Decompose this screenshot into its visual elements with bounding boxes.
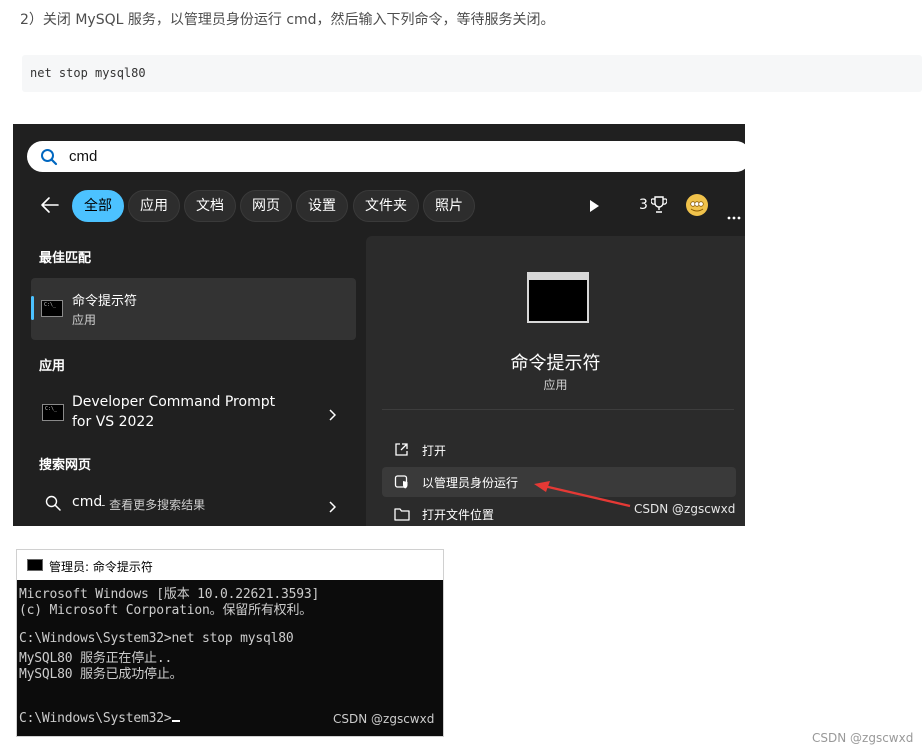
web-heading: 搜索网页: [39, 458, 92, 473]
code-text: net stop mysql80: [30, 66, 146, 80]
page-watermark: CSDN @zgscwxd: [812, 731, 914, 745]
console-line: C:\Windows\System32>net stop mysql80: [19, 631, 294, 646]
folder-icon: [394, 506, 410, 525]
code-block: net stop mysql80: [22, 55, 922, 92]
app-item-line1: Developer Command Prompt: [72, 394, 276, 410]
play-icon[interactable]: [588, 198, 600, 217]
console-title: 管理员: 命令提示符: [49, 560, 153, 574]
console-cursor: [171, 720, 180, 722]
more-options-icon[interactable]: [727, 205, 741, 224]
web-search-icon: [45, 495, 61, 515]
console-titlebar[interactable]: 管理员: 命令提示符: [17, 550, 443, 580]
open-external-icon: [394, 442, 409, 461]
tab-all[interactable]: 全部: [72, 190, 124, 222]
console-window: 管理员: 命令提示符 Microsoft Windows [版本 10.0.22…: [16, 549, 444, 737]
app-item-line2: for VS 2022: [72, 414, 155, 430]
step-text: 2）关闭 MySQL 服务，以管理员身份运行 cmd，然后输入下列命令，等待服务…: [20, 12, 555, 28]
web-search-query: cmd: [72, 494, 103, 510]
tab-apps[interactable]: 应用: [128, 190, 180, 222]
command-prompt-large-icon: [527, 272, 589, 323]
console-prompt-line: C:\Windows\System32>: [19, 711, 180, 726]
search-box[interactable]: [27, 141, 745, 172]
command-prompt-icon: [41, 300, 63, 317]
best-match-subtitle: 应用: [72, 313, 97, 327]
best-match-heading: 最佳匹配: [39, 251, 92, 266]
console-line: MySQL80 服务已成功停止。: [19, 667, 183, 682]
detail-title: 命令提示符: [510, 353, 601, 374]
console-line: (c) Microsoft Corporation。保留所有权利。: [19, 603, 313, 618]
best-match-item[interactable]: 命令提示符 应用: [31, 278, 356, 340]
web-search-suffix: - 查看更多搜索结果: [101, 498, 206, 512]
chevron-right-icon: [328, 406, 337, 425]
back-arrow-icon[interactable]: [40, 196, 60, 218]
watermark: CSDN @zgscwxd: [634, 502, 736, 516]
tab-photos[interactable]: 照片: [423, 190, 475, 222]
search-icon: [40, 148, 58, 170]
search-input[interactable]: [69, 146, 469, 166]
selection-indicator: [31, 296, 34, 320]
annotation-arrow-icon: [530, 476, 632, 514]
best-match-title: 命令提示符: [72, 294, 138, 309]
avatar[interactable]: [686, 194, 708, 216]
console-watermark: CSDN @zgscwxd: [333, 712, 435, 726]
chevron-right-icon: [328, 498, 337, 517]
tab-documents[interactable]: 文档: [184, 190, 236, 222]
dev-command-prompt-icon: [42, 404, 64, 421]
windows-search-panel: 全部 应用 文档 网页 设置 文件夹 照片 3 最佳匹配 命令提示符 应用 应用…: [13, 124, 745, 526]
tab-folders[interactable]: 文件夹: [353, 190, 419, 222]
console-app-icon: [27, 559, 43, 571]
shield-icon: [394, 474, 409, 493]
tab-web[interactable]: 网页: [240, 190, 292, 222]
action-open-file-location-label: 打开文件位置: [422, 508, 495, 522]
tab-settings[interactable]: 设置: [296, 190, 348, 222]
action-open-label: 打开: [422, 444, 447, 458]
action-run-as-admin-label: 以管理员身份运行: [422, 476, 519, 490]
reward-count: 3: [639, 197, 648, 213]
detail-subtitle: 应用: [543, 378, 568, 392]
apps-heading: 应用: [39, 359, 66, 374]
divider: [382, 409, 734, 410]
action-open[interactable]: 打开: [382, 435, 736, 465]
console-prompt: C:\Windows\System32>: [19, 711, 172, 726]
trophy-icon[interactable]: [650, 196, 668, 218]
